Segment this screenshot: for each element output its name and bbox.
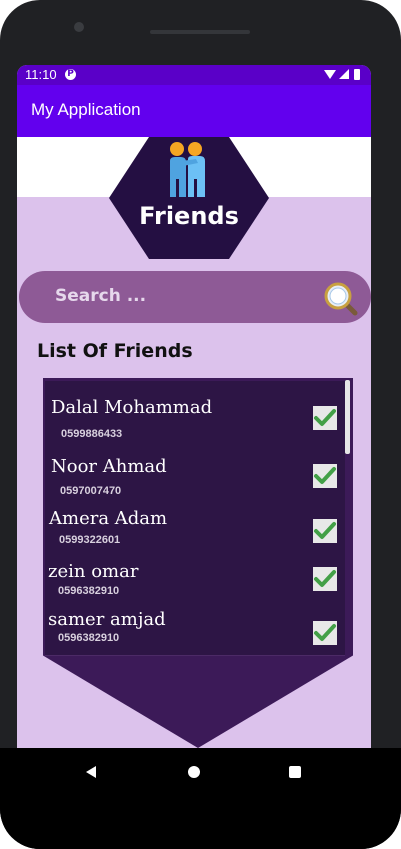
list-title: List Of Friends — [37, 340, 193, 362]
friend-name: Amera Adam — [49, 508, 168, 529]
header-title: Friends — [139, 202, 239, 230]
list-item[interactable]: zein omar 0596382910 — [45, 554, 345, 608]
friend-phone: 0599886433 — [61, 428, 123, 440]
checkbox-checked-icon[interactable] — [313, 567, 337, 591]
friends-icon — [170, 142, 205, 197]
signal-icon — [339, 69, 349, 79]
checkbox-checked-icon[interactable] — [313, 519, 337, 543]
status-time: 11:10 — [25, 67, 57, 82]
front-camera — [74, 22, 84, 32]
system-nav-bar — [0, 748, 401, 849]
speaker-grille — [150, 30, 250, 34]
app-bar: My Application — [17, 85, 371, 137]
friend-name: Noor Ahmad — [51, 456, 167, 477]
list-item[interactable]: Noor Ahmad 0597007470 — [45, 448, 345, 505]
friend-phone: 0599322601 — [59, 534, 121, 546]
app-title: My Application — [31, 100, 141, 119]
list-scrollbar[interactable] — [345, 380, 350, 454]
list-item[interactable]: samer amjad 0596382910 — [45, 607, 345, 656]
notification-icon: P — [65, 69, 76, 80]
checkbox-checked-icon[interactable] — [313, 621, 337, 645]
friend-name: samer amjad — [48, 609, 166, 630]
app-screen: 11:10 P My Application Friends Search ..… — [17, 65, 371, 748]
friend-phone: 0596382910 — [58, 585, 120, 597]
magnifier-icon[interactable] — [321, 279, 361, 319]
wifi-icon — [324, 70, 336, 79]
home-icon[interactable] — [188, 766, 200, 778]
friend-name: zein omar — [48, 561, 139, 582]
list-item[interactable]: Dalal Mohammad 0599886433 — [45, 381, 345, 449]
checkbox-checked-icon[interactable] — [313, 464, 337, 488]
search-field[interactable]: Search ... — [19, 271, 371, 323]
search-input[interactable]: Search ... — [55, 286, 146, 306]
back-icon[interactable] — [86, 766, 96, 778]
list-item[interactable]: Amera Adam 0599322601 — [45, 504, 345, 555]
battery-icon — [354, 69, 360, 80]
friend-phone: 0596382910 — [58, 632, 120, 644]
status-bar: 11:10 P — [17, 65, 371, 85]
checkbox-checked-icon[interactable] — [313, 406, 337, 430]
friend-name: Dalal Mohammad — [51, 397, 213, 418]
recents-icon[interactable] — [289, 766, 301, 778]
friend-phone: 0597007470 — [60, 485, 122, 497]
phone-frame: 11:10 P My Application Friends Search ..… — [0, 0, 401, 849]
